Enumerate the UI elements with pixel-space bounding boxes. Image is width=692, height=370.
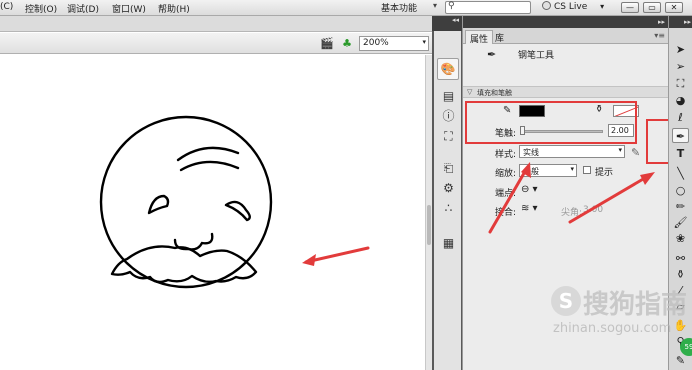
search-input[interactable]: ⚲ [445, 1, 531, 14]
chevron-down-icon: ▾ [570, 165, 574, 173]
style-value: 实线 [523, 148, 539, 157]
scale-select[interactable]: 一般 ▾ [519, 164, 577, 177]
cs-live-icon [542, 1, 551, 10]
deco-tool-icon[interactable]: ❀ [672, 231, 689, 246]
tool-name: 钢笔工具 [518, 51, 555, 61]
vertical-scrollbar[interactable] [425, 55, 432, 370]
watermark-url: zhinan.sogou.com [553, 321, 672, 336]
oval-tool-icon[interactable]: ○ [672, 183, 689, 198]
history-panel-icon[interactable]: ⎗ [441, 161, 456, 175]
edit-bar: 🎬 ♣ 200% ▾ [0, 33, 432, 54]
transform-panel-icon[interactable]: ⛶ [441, 129, 456, 143]
chevron-down-icon: ▾ [432, 1, 437, 10]
motion-presets-icon[interactable]: ∴ [441, 201, 456, 215]
chevron-down-icon: ▾ [422, 38, 426, 46]
document-tab-bar [0, 16, 432, 32]
restore-button[interactable]: ▭ [643, 2, 661, 13]
style-select[interactable]: 实线 ▾ [519, 145, 625, 158]
menu-debug[interactable]: 调试(D) [67, 2, 99, 15]
miter-label: 尖角: [561, 208, 583, 218]
components-panel-icon[interactable]: ⚙ [441, 181, 456, 195]
pen-tool-icon[interactable]: ✒ [672, 128, 689, 143]
pencil-tool-icon[interactable]: ✏ [672, 199, 689, 214]
search-icon: ⚲ [448, 1, 455, 11]
panel-menu-icon[interactable]: ▾≡ [654, 31, 665, 40]
menu-help[interactable]: 帮助(H) [158, 2, 190, 15]
menu-command[interactable]: (C) [0, 2, 13, 12]
chevron-down-icon: ▾ [600, 2, 605, 11]
panel-icon-strip: ◂◂ 🎨 ▤ ⓘ ⛶ ⎗ ⚙ ∴ ▦ [432, 16, 462, 370]
tools-collapse-icon[interactable]: ▸▸ [669, 16, 692, 28]
tab-properties[interactable]: 属性 [465, 30, 494, 45]
workspace-dropdown[interactable]: 基本功能 ▾ [381, 1, 437, 14]
edit-symbol-icon[interactable]: ♣ [340, 37, 354, 50]
text-tool-icon[interactable]: T [672, 146, 689, 161]
panel-collapse-icon[interactable]: ▸▸ [463, 16, 669, 28]
3d-rotation-tool-icon[interactable]: ◕ [672, 93, 689, 108]
edit-scene-icon[interactable]: 🎬 [320, 37, 334, 50]
free-transform-tool-icon[interactable]: ⛶ [672, 76, 689, 91]
chevron-down-icon: ▽ [467, 88, 473, 96]
section-fill-stroke[interactable]: ▽ 填充和笔触 [463, 86, 669, 98]
line-tool-icon[interactable]: ╲ [672, 166, 689, 181]
annotation-arrow [302, 246, 370, 266]
code-snippets-icon[interactable]: ▦ [441, 236, 456, 250]
sogou-logo-icon: S [551, 286, 581, 316]
hint-label: 提示 [595, 168, 614, 178]
scale-label: 缩放: [495, 169, 517, 179]
subselection-tool-icon[interactable]: ➢ [672, 59, 689, 74]
cap-select[interactable]: ⊖ ▾ [521, 184, 538, 195]
zoom-select[interactable]: 200% ▾ [359, 36, 429, 51]
selection-tool-icon[interactable]: ➤ [672, 42, 689, 57]
collapse-icon[interactable]: ◂◂ [432, 16, 462, 31]
cap-label: 端点: [495, 189, 517, 199]
cs-live-label: CS Live [554, 2, 588, 12]
info-panel-icon[interactable]: ⓘ [441, 109, 456, 123]
miter-value: 3.00 [583, 205, 604, 215]
stage-canvas[interactable] [0, 55, 425, 370]
menu-bar: (C) 控制(O) 调试(D) 窗口(W) 帮助(H) 基本功能 ▾ ⚲ CS … [0, 0, 692, 16]
menu-control[interactable]: 控制(O) [25, 2, 57, 15]
close-button[interactable]: ✕ [665, 2, 683, 13]
join-label: 接合: [495, 208, 517, 218]
zoom-value: 200% [363, 38, 389, 48]
paint-bucket-tool-icon[interactable]: ⚱ [672, 267, 689, 282]
brush-tool-icon[interactable]: 🖌 [672, 215, 689, 230]
hint-checkbox[interactable] [583, 166, 591, 174]
style-label: 样式: [495, 150, 517, 160]
edit-stroke-style-icon[interactable]: ✎ [631, 146, 640, 159]
join-select[interactable]: ≋ ▾ [521, 203, 538, 214]
minimize-button[interactable]: — [621, 2, 639, 13]
section-title: 填充和笔触 [477, 89, 512, 97]
watermark-text: 搜狗指南 [583, 290, 688, 320]
bone-tool-icon[interactable]: ⚯ [672, 251, 689, 266]
scale-value: 一般 [523, 167, 539, 176]
panel-tabs: 属性 库 ▾≡ [463, 28, 669, 45]
chevron-down-icon: ▾ [618, 146, 622, 154]
lasso-tool-icon[interactable]: ℓ [672, 110, 689, 125]
menu-window[interactable]: 窗口(W) [112, 2, 146, 15]
align-panel-icon[interactable]: ▤ [441, 89, 456, 103]
pen-tool-icon: ✒ [487, 48, 497, 61]
cs-live-button[interactable]: CS Live ▾ [542, 1, 604, 12]
tab-library[interactable]: 库 [491, 30, 508, 44]
badge: 59 [680, 338, 692, 356]
annotation-box-colors [465, 101, 637, 144]
properties-panel-icon[interactable]: 🎨 [437, 58, 459, 80]
workspace-label: 基本功能 [381, 4, 418, 14]
